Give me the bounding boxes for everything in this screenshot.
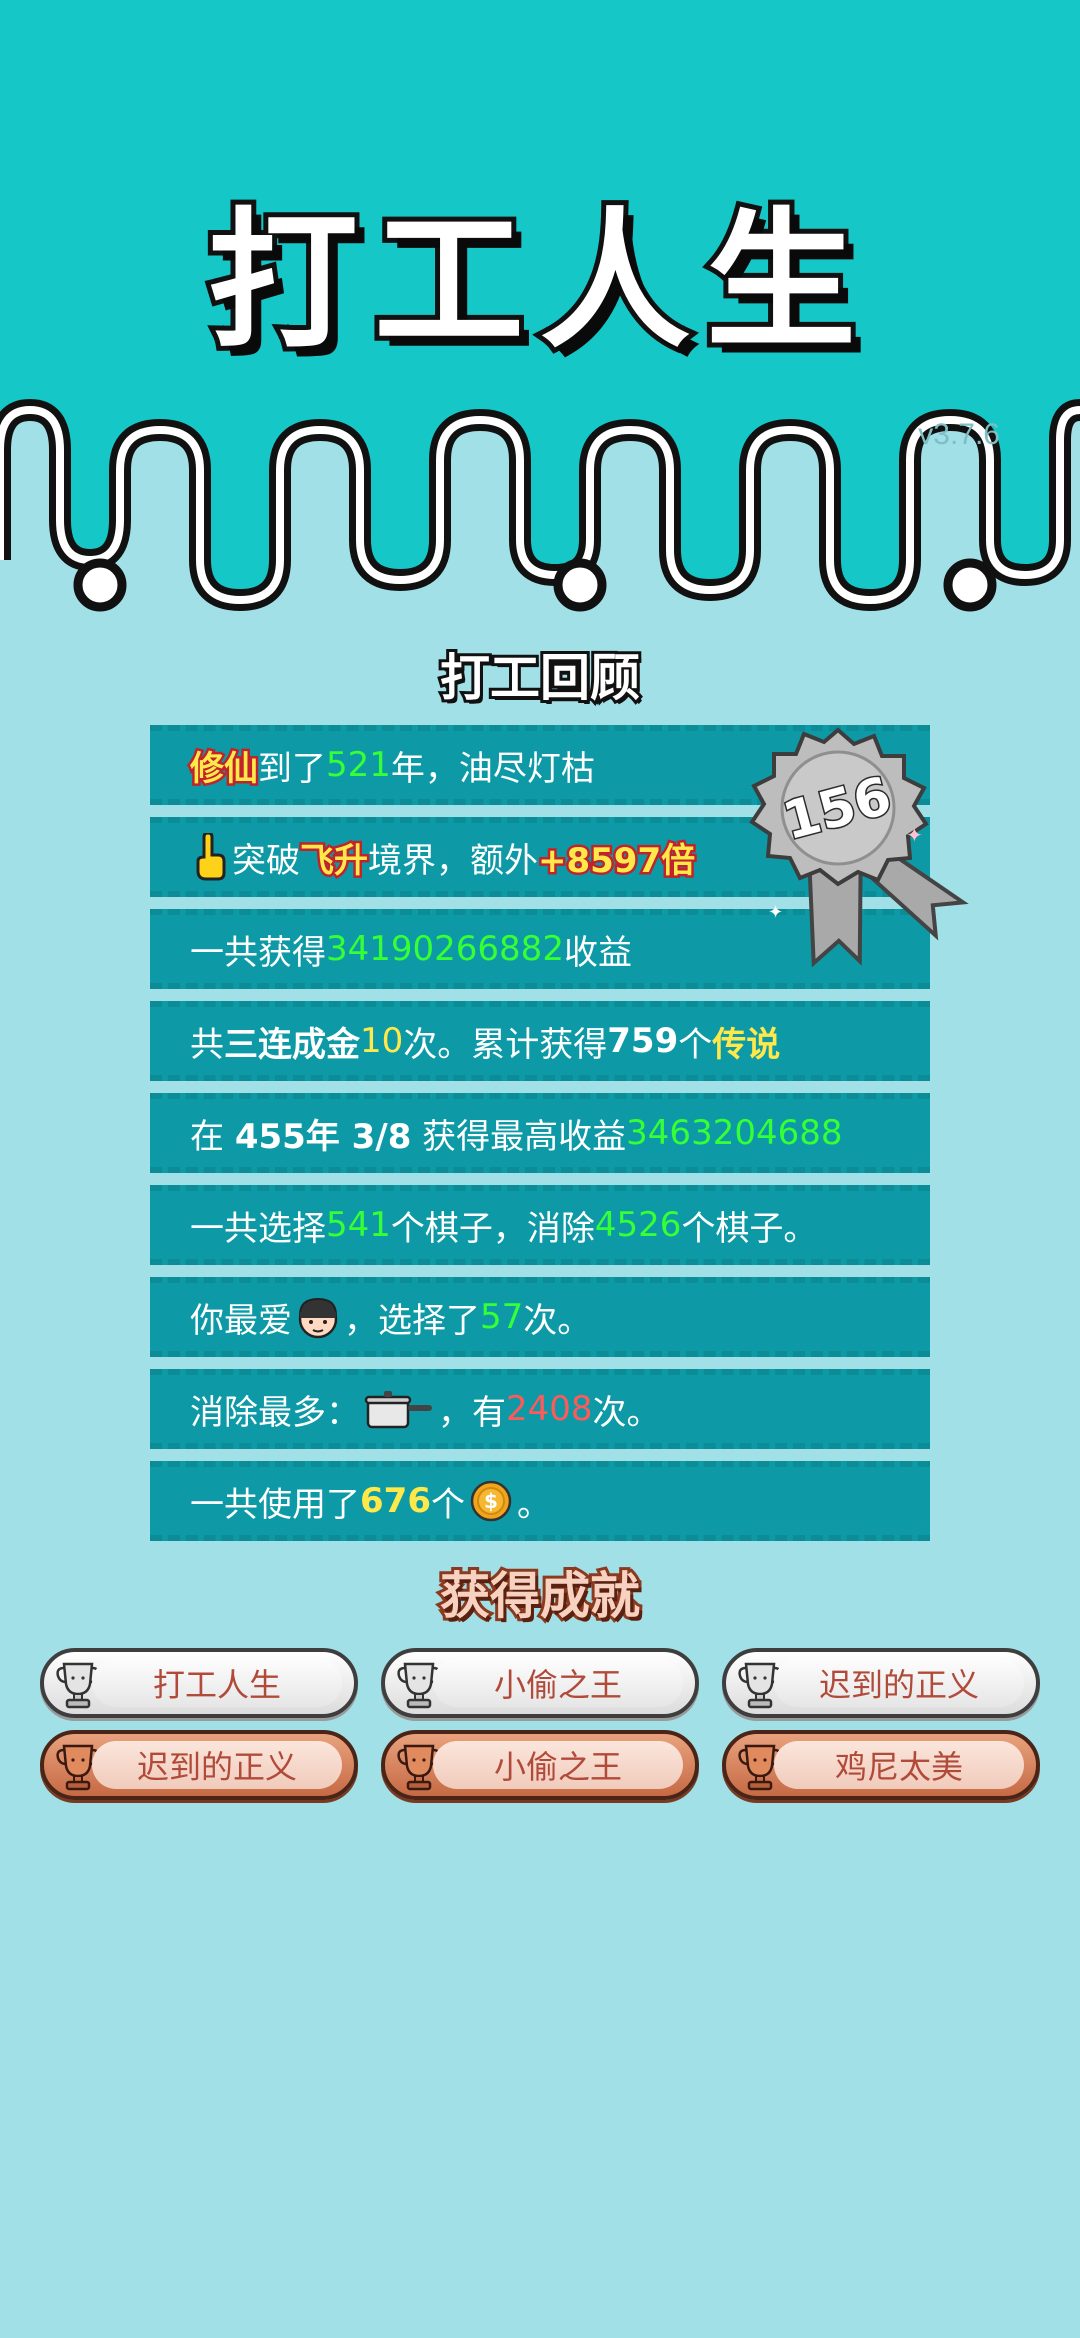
row-text: 次。累计获得	[403, 1024, 608, 1065]
row-text: 一共使用了	[190, 1484, 360, 1525]
achievement-label: 小偷之王	[433, 1741, 683, 1789]
row-text: 年，油尽灯枯	[390, 748, 595, 789]
row-text: 收益	[563, 932, 632, 973]
pointing-hand-icon	[196, 833, 226, 881]
row-text: 个	[430, 1484, 465, 1525]
coins-used-value: 676	[360, 1481, 431, 1521]
years-value: 521	[326, 745, 391, 785]
row-text: 。	[516, 1484, 551, 1525]
multiplier-value: +8597倍	[535, 838, 697, 883]
best-date-value: 455年 3/8	[234, 1116, 412, 1157]
achievement-label: 迟到的正义	[774, 1659, 1024, 1707]
row-text: 消除最多：	[190, 1392, 360, 1433]
row-text: 一共选择	[190, 1208, 326, 1249]
achievement-label: 鸡尼太美	[774, 1741, 1024, 1789]
triple-count-value: 10	[360, 1021, 404, 1061]
achievement-badge[interactable]: 小偷之王	[381, 1730, 699, 1800]
eliminated-count-value: 4526	[594, 1205, 682, 1245]
row-text: 境界，额外	[368, 840, 538, 881]
selected-count-value: 541	[326, 1205, 391, 1245]
achievement-badge[interactable]: 打工人生	[40, 1648, 358, 1718]
achievement-badge[interactable]: 小偷之王	[381, 1648, 699, 1718]
row-text: ，选择了	[344, 1300, 480, 1341]
achievement-badge[interactable]: 鸡尼太美	[722, 1730, 1040, 1800]
legend-label: 传说	[712, 1024, 781, 1065]
thief-face-icon	[298, 1297, 338, 1339]
row-text: 一共获得	[190, 932, 326, 973]
row-text: 到了	[258, 748, 326, 789]
review-row: 消除最多： ，有 2408 次。	[150, 1369, 930, 1449]
review-section-title: 打工回顾	[437, 646, 643, 710]
achievement-badge[interactable]: 迟到的正义	[722, 1648, 1040, 1718]
legend-count-value: 759	[607, 1021, 679, 1061]
review-row: 你最爱 ，选择了 57 次。	[150, 1277, 930, 1357]
achievement-badge[interactable]: 迟到的正义	[40, 1730, 358, 1800]
row-text: 个	[678, 1024, 713, 1065]
row-text: 次。	[523, 1300, 592, 1341]
achievement-label: 迟到的正义	[92, 1741, 342, 1789]
achievement-label: 打工人生	[92, 1659, 342, 1707]
review-row: 一共选择 541 个棋子，消除 4526 个棋子。	[150, 1185, 930, 1265]
svg-text:$: $	[484, 1489, 498, 1513]
gold-coin-icon: $	[470, 1480, 512, 1522]
row-text: ，有	[438, 1392, 506, 1433]
row-text: 三连成金	[224, 1024, 360, 1065]
svg-text:✦: ✦	[906, 823, 923, 847]
row-text: 你最爱	[190, 1300, 292, 1341]
app-title: 打工人生	[203, 190, 872, 374]
row-text: 获得最高收益	[411, 1116, 627, 1157]
review-row: 共 三连成金 10 次。累计获得 759 个 传说	[150, 1001, 930, 1081]
total-income-value: 34190266882	[326, 929, 564, 969]
max-income-value: 3463204688	[626, 1113, 843, 1153]
row-text: 在	[190, 1116, 235, 1157]
version-label: v3.7.6	[918, 418, 1000, 451]
row-text: 次。	[592, 1392, 661, 1433]
realm-label: 修仙	[188, 746, 261, 791]
most-eliminated-count-value: 2408	[506, 1389, 593, 1429]
realm-name: 飞升	[298, 838, 371, 883]
row-text: 个棋子。	[681, 1208, 818, 1249]
row-text: 个棋子，消除	[390, 1208, 595, 1249]
achievement-label: 小偷之王	[433, 1659, 683, 1707]
cooking-pot-icon	[364, 1391, 432, 1429]
review-row: 一共使用了 676 个 $ 。	[150, 1461, 930, 1541]
row-text: 突破	[232, 840, 300, 881]
score-badge: 156 ✦ ✦	[749, 727, 969, 968]
achievements-section-title: 获得成就	[437, 1564, 643, 1628]
row-text: 共	[190, 1024, 224, 1065]
svg-text:✦: ✦	[768, 902, 783, 923]
review-row: 在 455年 3/8 获得最高收益 3463204688	[150, 1093, 930, 1173]
favorite-count-value: 57	[480, 1297, 524, 1337]
